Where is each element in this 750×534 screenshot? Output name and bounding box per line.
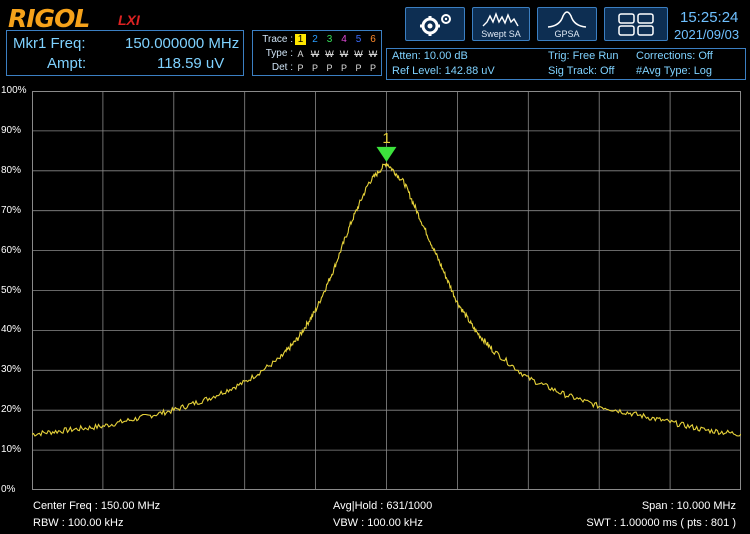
y-tick-label: 40% (1, 324, 22, 336)
swept-spectrum-icon (482, 12, 519, 27)
trace-det-2: P (311, 63, 318, 73)
marker-1-label: 1 (382, 130, 390, 147)
trace-det-1: P (297, 63, 304, 73)
gpsa-spectrum-icon (547, 11, 587, 28)
center-freq-readout[interactable]: Center Freq : 150.00 MHz (33, 500, 160, 512)
spectrum-graph[interactable]: 1 (32, 91, 741, 490)
det-label: Det : (271, 62, 293, 73)
settings-button[interactable] (405, 7, 465, 41)
trace-det-3: P (326, 63, 333, 73)
y-tick-label: 10% (1, 444, 22, 456)
trace-label: Trace : (262, 34, 293, 45)
marker-readout-panel[interactable]: Mkr1 Freq: 150.000000 MHz Ampt: 118.59 u… (6, 30, 244, 76)
y-tick-label: 60% (1, 244, 22, 256)
rigol-logo: RIGOL (8, 4, 90, 33)
trig-status: Trig: Free Run (548, 50, 619, 62)
atten-status: Atten: 10.00 dB (392, 50, 468, 62)
y-tick-label: 20% (1, 404, 22, 416)
mode-label: GPSA (554, 29, 580, 39)
lxi-logo: LXI (118, 12, 140, 28)
trace-type-2: W (310, 49, 320, 59)
y-tick-label: 100% (1, 85, 27, 96)
clock-date: 2021/09/03 (674, 27, 740, 42)
trace-number-3[interactable]: 3 (324, 34, 335, 45)
trace-type-4: W (339, 49, 349, 59)
marker-freq-value: 150.000000 MHz (125, 35, 240, 52)
trace-det-5: P (355, 63, 362, 73)
trace-number-6[interactable]: 6 (368, 34, 379, 45)
trace-number-2[interactable]: 2 (310, 34, 321, 45)
mode-label: Swept SA (481, 29, 521, 39)
marker-1-triangle[interactable] (376, 146, 397, 162)
marker-ampt-label: Ampt: (47, 55, 87, 72)
status-panel[interactable]: Atten: 10.00 dB Ref Level: 142.88 uV Tri… (386, 48, 746, 80)
trace-number-4[interactable]: 4 (339, 34, 350, 45)
gears-icon (420, 14, 451, 36)
trace-det-4: P (340, 63, 347, 73)
trace-number-1[interactable]: 1 (295, 34, 306, 45)
y-tick-label: 80% (1, 164, 22, 176)
avg-type-status: #Avg Type: Log (636, 65, 713, 77)
rbw-readout[interactable]: RBW : 100.00 kHz (33, 517, 123, 529)
avg-hold-readout[interactable]: Avg|Hold : 631/1000 (333, 500, 432, 512)
swt-readout[interactable]: SWT : 1.00000 ms ( pts : 801 ) (586, 517, 736, 529)
trace-type-1: A (297, 49, 304, 59)
grid-layout-icon (618, 13, 654, 36)
y-tick-label: 70% (1, 204, 22, 216)
marker-freq-label: Mkr1 Freq: (13, 35, 86, 52)
window-layout-button[interactable] (604, 7, 668, 41)
corrections-status: Corrections: Off (636, 50, 713, 62)
mode-gpsa-button[interactable]: GPSA (537, 7, 597, 41)
trace-type-3: W (325, 49, 334, 59)
y-tick-label: 30% (1, 364, 22, 376)
trace-type-6: W (368, 49, 378, 59)
trace-type-5: W (354, 49, 363, 59)
mode-swept-sa-button[interactable]: Swept SA (472, 7, 530, 41)
trace-settings-panel[interactable]: Trace : Type : Det : 1AP2WP3WP4WP5WP6WP (252, 30, 382, 76)
y-tick-label: 0% (1, 484, 16, 495)
trace-number-5[interactable]: 5 (353, 34, 364, 45)
y-tick-label: 90% (1, 124, 22, 136)
vbw-readout[interactable]: VBW : 100.00 kHz (333, 517, 423, 529)
type-label: Type : (265, 48, 293, 59)
y-tick-label: 50% (1, 284, 22, 296)
marker-ampt-value: 118.59 uV (157, 55, 225, 72)
ref-level-status: Ref Level: 142.88 uV (392, 65, 495, 77)
clock-time: 15:25:24 (680, 9, 739, 26)
sig-track-status: Sig Track: Off (548, 65, 615, 77)
trace-det-6: P (369, 63, 376, 73)
span-readout[interactable]: Span : 10.000 MHz (642, 500, 736, 512)
